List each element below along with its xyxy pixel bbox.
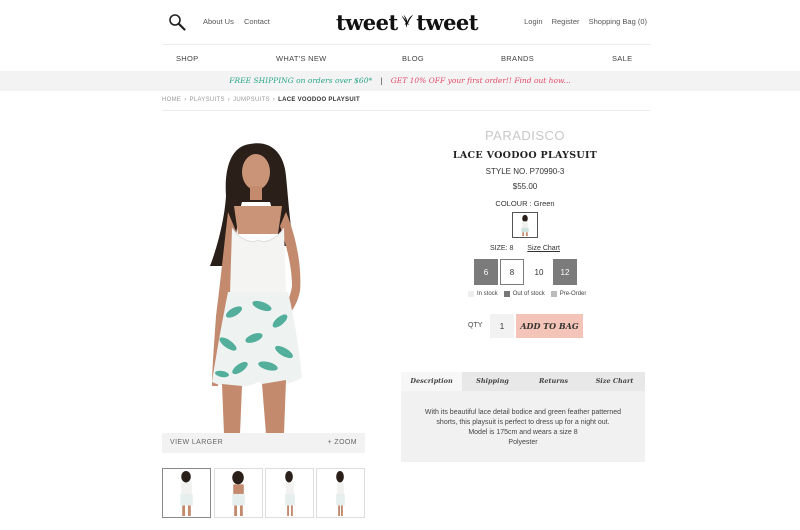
size-label: SIZE: 8 xyxy=(490,245,514,252)
nav-item-shop[interactable]: SHOP xyxy=(176,54,198,63)
tab-size-chart[interactable]: Size Chart xyxy=(584,372,645,391)
description-line: Model is 175cm and wears a size 8 xyxy=(468,429,578,436)
size-option-6[interactable]: 6 xyxy=(474,259,498,285)
tab-returns[interactable]: Returns xyxy=(523,372,584,391)
promo-separator: | xyxy=(380,76,383,85)
promo-banner: FREE SHIPPING on orders over $60* | GET 10… xyxy=(0,71,800,91)
register-link[interactable]: Register xyxy=(552,17,580,26)
legend-in-stock: In stock xyxy=(477,291,498,297)
breadcrumb-current: LACE VOODOO PLAYSUIT xyxy=(278,97,360,103)
thumbnail-1[interactable] xyxy=(162,468,211,518)
bird-logo-icon xyxy=(401,14,413,28)
nav-item-blog[interactable]: BLOG xyxy=(402,54,424,63)
tab-shipping[interactable]: Shipping xyxy=(462,372,523,391)
colour-swatch-green[interactable] xyxy=(512,212,538,238)
discount-text[interactable]: GET 10% OFF your first order!! Find out … xyxy=(391,76,571,85)
divider xyxy=(162,110,650,111)
thumbnail-3[interactable] xyxy=(265,468,314,518)
thumbnail-4[interactable] xyxy=(316,468,365,518)
product-tabs: Description Shipping Returns Size Chart xyxy=(401,372,645,391)
stock-legend: In stock Out of stock Pre-Order xyxy=(468,291,592,297)
product-main-image[interactable] xyxy=(162,116,365,434)
thumbnail-strip xyxy=(162,468,366,518)
site-header: About Us Contact tweet tweet Login Regis… xyxy=(0,0,800,44)
breadcrumb: HOME › PLAYSUITS › JUMPSUITS › LACE VOODOO PLA… xyxy=(162,97,360,103)
thumbnail-2[interactable] xyxy=(214,468,263,518)
account-links: Login Register Shopping Bag (0) xyxy=(517,17,647,26)
add-to-bag-button[interactable]: ADD TO BAG xyxy=(516,314,583,338)
about-us-link[interactable]: About Us xyxy=(203,17,234,26)
size-option-10[interactable]: 10 xyxy=(527,259,551,285)
image-controls: VIEW LARGER + ZOOM xyxy=(162,433,365,453)
description-line: With its beautiful lace detail bodice an… xyxy=(424,409,622,416)
style-number: STYLE NO. P70990-3 xyxy=(485,167,565,176)
contact-link[interactable]: Contact xyxy=(244,17,270,26)
main-nav: SHOP WHAT'S NEW BLOG BRANDS SALE xyxy=(162,45,650,71)
chevron-right-icon: › xyxy=(184,97,187,103)
legend-out-of-stock: Out of stock xyxy=(512,291,545,297)
legend-pre-order: Pre-Order xyxy=(559,291,587,297)
breadcrumb-jumpsuits[interactable]: JUMPSUITS xyxy=(233,97,270,103)
nav-item-whats-new[interactable]: WHAT'S NEW xyxy=(276,54,327,63)
quantity-input[interactable] xyxy=(490,314,514,338)
view-larger-button[interactable]: VIEW LARGER xyxy=(170,439,223,446)
chevron-right-icon: › xyxy=(227,97,231,103)
pre-order-swatch xyxy=(550,291,557,297)
top-links: About Us Contact xyxy=(203,17,278,26)
size-option-12[interactable]: 12 xyxy=(553,259,577,285)
description-line: Polyester xyxy=(508,439,538,446)
free-shipping-text[interactable]: FREE SHIPPING on orders over $60* xyxy=(229,76,372,85)
zoom-button[interactable]: + ZOOM xyxy=(328,439,357,446)
description-line: shorts, this playsuit is perfect to dres… xyxy=(436,419,610,426)
nav-item-brands[interactable]: BRANDS xyxy=(501,54,534,63)
logo-text-right: tweet xyxy=(416,9,478,35)
shopping-bag-link[interactable]: Shopping Bag (0) xyxy=(589,17,647,26)
search-icon[interactable] xyxy=(168,13,186,31)
tab-description[interactable]: Description xyxy=(401,372,462,391)
size-chart-link[interactable]: Size Chart xyxy=(527,245,560,252)
logo-text-left: tweet xyxy=(336,9,398,35)
breadcrumb-home[interactable]: HOME xyxy=(162,97,181,103)
size-option-8[interactable]: 8 xyxy=(500,259,524,285)
description-panel: With its beautiful lace detail bodice an… xyxy=(401,391,645,462)
product-brand[interactable]: PARADISCO xyxy=(400,128,650,143)
breadcrumb-playsuits[interactable]: PLAYSUITS xyxy=(190,97,225,103)
chevron-right-icon: › xyxy=(272,97,276,103)
qty-label: QTY xyxy=(468,322,483,329)
nav-item-sale[interactable]: SALE xyxy=(612,54,632,63)
size-row: SIZE: 8 Size Chart xyxy=(400,245,650,252)
site-logo[interactable]: tweet tweet xyxy=(336,8,478,36)
product-title: LACE VOODOO PLAYSUIT xyxy=(452,150,598,161)
login-link[interactable]: Login xyxy=(524,17,542,26)
colour-label: COLOUR : Green xyxy=(495,199,555,208)
product-price: $55.00 xyxy=(512,182,538,191)
in-stock-swatch xyxy=(468,291,474,297)
out-of-stock-swatch xyxy=(503,291,510,297)
